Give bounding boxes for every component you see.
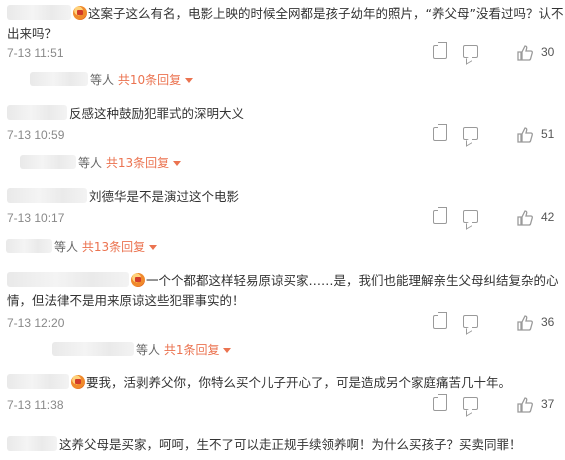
vip-badge-icon: [71, 375, 85, 389]
blurred-username: [6, 239, 52, 253]
comment-text: 一个个都都这样轻易原谅买家……是，我们也能理解亲生父母纠结复杂的心: [146, 273, 559, 288]
chevron-down-icon: [223, 348, 232, 353]
chevron-down-icon: [149, 245, 158, 250]
thumbs-up-icon[interactable]: [517, 127, 533, 143]
vip-badge-icon: [73, 6, 87, 20]
reply-prefix: 等人: [90, 73, 115, 87]
comment-timestamp: 7-13 10:17: [7, 211, 65, 225]
comment-text: 这养父母是买家，呵呵，生不了可以走正规手续领养啊！为什么买孩子？买卖同罪！: [59, 437, 522, 452]
reply-prefix: 等人: [136, 343, 161, 357]
reply-summary[interactable]: 等人 共1条回复: [52, 341, 232, 358]
like-count: 51: [541, 127, 555, 141]
thumbs-up-icon[interactable]: [517, 210, 533, 226]
like-count: 37: [541, 397, 555, 411]
chevron-down-icon: [173, 161, 182, 166]
comment-text-line: 出来吗？: [7, 23, 57, 44]
comment-text: 出来吗？: [7, 26, 58, 41]
reply-icon[interactable]: [463, 127, 478, 140]
comment-timestamp: 7-13 12:20: [7, 316, 65, 330]
comment-text-line: 刘德华是不是演过这个电影: [7, 186, 239, 207]
comment-timestamp: 7-13 11:51: [7, 46, 64, 60]
comment-timestamp: 7-13 10:59: [7, 128, 65, 142]
blurred-username: [52, 342, 134, 356]
comment-timestamp: 7-13 11:38: [7, 398, 64, 412]
comment-text: 要我，活剥养父你，你特么买个儿子开心了，可是造成另个家庭痛苦几十年。: [86, 375, 512, 390]
comment-actions: 51: [425, 127, 565, 147]
comment-actions: 37: [425, 397, 565, 417]
vip-badge-icon: [131, 273, 145, 287]
blurred-username: [30, 72, 88, 86]
comment-feed: 这案子这么有名，电影上映的时候全网都是孩子幼年的照片，“养父母”没看过吗？认不 …: [0, 0, 565, 460]
reply-prefix: 等人: [54, 240, 79, 254]
share-icon[interactable]: [433, 397, 447, 411]
comment-text: 反感这种鼓励犯罪式的深明大义: [69, 106, 245, 121]
blurred-username: [20, 155, 76, 169]
reply-icon[interactable]: [463, 210, 478, 223]
thumbs-up-icon[interactable]: [517, 397, 533, 413]
comment-actions: 42: [425, 210, 565, 230]
reply-count-link[interactable]: 共13条回复: [106, 156, 169, 170]
comment-text: 刘德华是不是演过这个电影: [89, 189, 240, 204]
share-icon[interactable]: [433, 45, 447, 59]
share-icon[interactable]: [433, 127, 447, 141]
comment-text-line: 一个个都都这样轻易原谅买家……是，我们也能理解亲生父母纠结复杂的心: [7, 270, 559, 291]
comment-actions: 36: [425, 315, 565, 335]
reply-prefix: 等人: [78, 156, 103, 170]
like-count: 36: [541, 315, 555, 329]
reply-icon[interactable]: [463, 45, 478, 58]
reply-count-link[interactable]: 共13条回复: [82, 240, 145, 254]
comment-text: 这案子这么有名，电影上映的时候全网都是孩子幼年的照片，“养父母”没看过吗？认不: [88, 6, 564, 21]
like-count: 30: [541, 45, 555, 59]
comment-text: 情，但法律不是用来原谅这些犯罪事实的！: [7, 293, 245, 308]
comment-text-line: 情，但法律不是用来原谅这些犯罪事实的！: [7, 290, 245, 311]
share-icon[interactable]: [433, 315, 447, 329]
blurred-username[interactable]: [7, 188, 87, 203]
comment-text-line: 这案子这么有名，电影上映的时候全网都是孩子幼年的照片，“养父母”没看过吗？认不: [7, 3, 563, 24]
comment-text-line: 要我，活剥养父你，你特么买个儿子开心了，可是造成另个家庭痛苦几十年。: [7, 372, 511, 393]
reply-count-link[interactable]: 共10条回复: [118, 73, 181, 87]
reply-summary[interactable]: 等人 共13条回复: [6, 238, 158, 255]
blurred-username[interactable]: [7, 436, 57, 451]
share-icon[interactable]: [433, 210, 447, 224]
reply-summary[interactable]: 等人 共10条回复: [30, 71, 194, 88]
blurred-username[interactable]: [7, 105, 67, 120]
reply-icon[interactable]: [463, 315, 478, 328]
reply-summary[interactable]: 等人 共13条回复: [20, 154, 182, 171]
thumbs-up-icon[interactable]: [517, 45, 533, 61]
blurred-username[interactable]: [7, 374, 69, 389]
comment-text-line: 这养父母是买家，呵呵，生不了可以走正规手续领养啊！为什么买孩子？买卖同罪！: [7, 434, 522, 455]
like-count: 42: [541, 210, 555, 224]
blurred-username[interactable]: [7, 272, 129, 287]
chevron-down-icon: [185, 78, 194, 83]
blurred-username[interactable]: [7, 5, 71, 20]
thumbs-up-icon[interactable]: [517, 315, 533, 331]
reply-icon[interactable]: [463, 397, 478, 410]
reply-count-link[interactable]: 共1条回复: [164, 343, 220, 357]
comment-actions: 30: [425, 45, 565, 65]
comment-text-line: 反感这种鼓励犯罪式的深明大义: [7, 103, 244, 124]
